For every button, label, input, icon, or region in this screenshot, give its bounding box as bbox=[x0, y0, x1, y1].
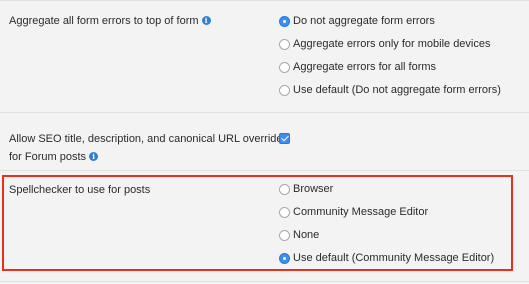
aggregate-errors-label: Aggregate all form errors to top of form… bbox=[9, 12, 211, 30]
seo-overrides-checkbox[interactable] bbox=[279, 133, 290, 144]
radio-button-selected[interactable] bbox=[279, 15, 290, 27]
radio-button[interactable] bbox=[279, 61, 290, 73]
divider bbox=[0, 281, 529, 282]
radio-label: Do not aggregate form errors bbox=[293, 15, 435, 27]
seo-overrides-label: Allow SEO title, description, and canoni… bbox=[9, 133, 289, 163]
radio-label: Use default (Do not aggregate form error… bbox=[293, 84, 501, 96]
radio-option-do-not-aggregate[interactable]: Do not aggregate form errors bbox=[279, 13, 435, 29]
highlight-box bbox=[2, 175, 513, 271]
radio-option-use-default-aggregate[interactable]: Use default (Do not aggregate form error… bbox=[279, 82, 501, 98]
info-icon[interactable]: i bbox=[201, 16, 211, 25]
divider bbox=[0, 170, 529, 171]
radio-label: Aggregate errors only for mobile devices bbox=[293, 38, 491, 50]
radio-label: Aggregate errors for all forms bbox=[293, 61, 437, 73]
radio-option-all-forms[interactable]: Aggregate errors for all forms bbox=[279, 59, 436, 75]
radio-button[interactable] bbox=[279, 84, 290, 96]
info-icon[interactable]: i bbox=[89, 152, 99, 161]
divider bbox=[0, 0, 529, 1]
radio-option-mobile-only[interactable]: Aggregate errors only for mobile devices bbox=[279, 36, 490, 52]
radio-button[interactable] bbox=[279, 38, 290, 50]
divider bbox=[0, 112, 529, 113]
